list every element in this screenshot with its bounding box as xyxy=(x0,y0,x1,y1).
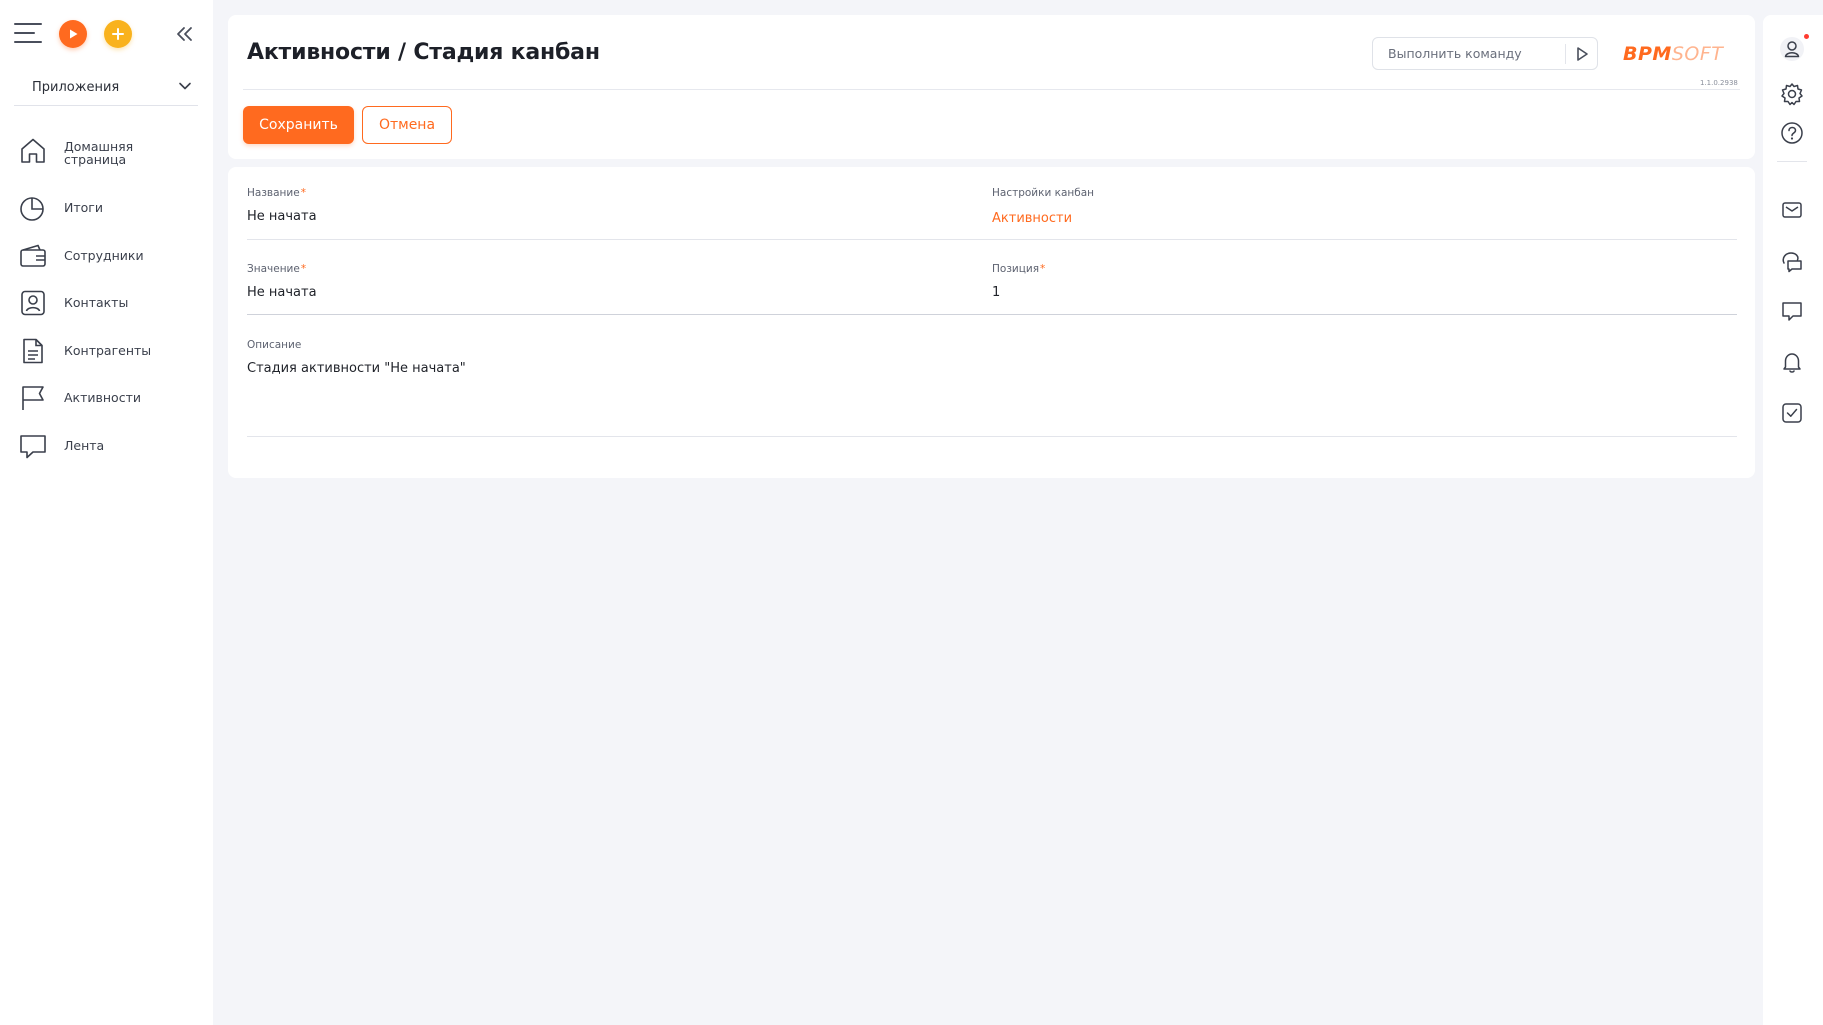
kanban-settings-field[interactable]: Настройки канбан Активности xyxy=(992,187,1712,226)
help-icon xyxy=(1781,122,1803,144)
position-value[interactable]: 1 xyxy=(992,285,1712,300)
description-value[interactable]: Стадия активности "Не начата" xyxy=(247,361,1737,376)
command-box xyxy=(1372,37,1598,70)
mail-icon xyxy=(1782,202,1802,218)
edit-form: Название* Не начата Настройки канбан Акт… xyxy=(228,167,1755,478)
sidebar: Приложения Домашняя страница Итоги Сотру… xyxy=(0,0,213,1025)
process-run-button[interactable] xyxy=(59,20,87,48)
sidebar-item-label: Сотрудники xyxy=(64,247,144,263)
save-button[interactable]: Сохранить xyxy=(243,106,354,144)
name-value[interactable]: Не начата xyxy=(247,209,967,224)
kanban-settings-link[interactable]: Активности xyxy=(992,211,1712,226)
right-rail xyxy=(1763,15,1823,1025)
user-icon xyxy=(1780,37,1804,61)
sidebar-item-totals[interactable]: Итоги xyxy=(18,189,203,237)
rail-divider xyxy=(1777,161,1807,162)
contact-card-icon xyxy=(21,290,45,316)
user-profile-button[interactable] xyxy=(1779,34,1809,62)
bpmsoft-logo: BPMSOFT xyxy=(1623,43,1724,65)
sidebar-item-contacts[interactable]: Контакты xyxy=(18,284,203,332)
add-button[interactable] xyxy=(104,20,132,48)
sidebar-item-feed[interactable]: Лента xyxy=(18,427,203,475)
row-divider xyxy=(247,239,1737,240)
row-divider xyxy=(247,314,1737,315)
header-divider xyxy=(243,89,1740,90)
description-label: Описание xyxy=(247,339,302,351)
position-field[interactable]: Позиция* 1 xyxy=(992,263,1712,300)
value-field[interactable]: Значение* Не начата xyxy=(247,263,967,300)
wallet-icon xyxy=(20,244,46,267)
sidebar-toolbar xyxy=(14,20,199,50)
plus-icon xyxy=(112,28,124,40)
command-divider xyxy=(1565,44,1566,64)
name-label: Название* xyxy=(247,187,306,199)
sidebar-item-label: Лента xyxy=(64,437,105,453)
position-label: Позиция* xyxy=(992,263,1046,275)
menu-icon[interactable] xyxy=(14,23,42,45)
message-icon xyxy=(1782,302,1802,321)
app-root: Приложения Домашняя страница Итоги Сотру… xyxy=(0,0,1823,1025)
help-button[interactable] xyxy=(1779,120,1805,146)
document-icon xyxy=(23,338,43,363)
sidebar-item-label: Домашняя страница xyxy=(64,139,134,167)
mail-button[interactable] xyxy=(1779,197,1805,223)
sidebar-item-employees[interactable]: Сотрудники xyxy=(18,237,203,285)
sidebar-item-accounts[interactable]: Контрагенты xyxy=(18,332,203,380)
sidebar-nav: Домашняя страница Итоги Сотрудники Конта… xyxy=(18,132,203,474)
sidebar-item-label: Активности xyxy=(64,390,141,405)
chats-icon xyxy=(1782,252,1802,273)
applications-select[interactable]: Приложения xyxy=(14,70,198,106)
description-field[interactable]: Описание Стадия активности "Не начата" xyxy=(247,339,1737,376)
collapse-sidebar-button[interactable] xyxy=(174,24,196,44)
cancel-button[interactable]: Отмена xyxy=(362,106,452,144)
gear-icon xyxy=(1781,83,1803,106)
page-header: Активности / Стадия канбан BPMSOFT 1.1.0… xyxy=(228,15,1755,159)
sidebar-item-activities[interactable]: Активности xyxy=(18,379,203,427)
checkbox-icon xyxy=(1782,403,1802,423)
flag-icon xyxy=(22,386,44,410)
tasks-button[interactable] xyxy=(1779,400,1805,426)
value-label: Значение* xyxy=(247,263,307,275)
messages-button[interactable] xyxy=(1779,298,1805,324)
chats-button[interactable] xyxy=(1779,248,1805,274)
sidebar-item-home[interactable]: Домашняя страница xyxy=(18,132,203,189)
chat-bubble-icon xyxy=(20,434,46,458)
name-field[interactable]: Название* Не начата xyxy=(247,187,967,224)
description-divider xyxy=(247,436,1737,437)
play-outline-icon xyxy=(1577,47,1588,61)
run-command-button[interactable] xyxy=(1571,44,1593,64)
sidebar-item-label: Контрагенты xyxy=(64,342,152,358)
version-label: 1.1.0.2938 xyxy=(1700,79,1738,87)
play-icon xyxy=(70,29,78,39)
kanban-settings-label: Настройки канбан xyxy=(992,187,1095,199)
sidebar-item-label: Контакты xyxy=(64,295,129,310)
bell-icon xyxy=(1783,353,1801,373)
notification-dot xyxy=(1804,34,1809,39)
chevron-down-icon xyxy=(179,82,191,90)
applications-select-label: Приложения xyxy=(32,80,120,95)
command-input[interactable] xyxy=(1374,39,1560,68)
page-title: Активности / Стадия канбан xyxy=(247,40,600,65)
sidebar-item-label: Итоги xyxy=(64,200,103,215)
double-chevron-left-icon xyxy=(177,27,192,41)
settings-button[interactable] xyxy=(1779,81,1805,107)
notifications-button[interactable] xyxy=(1779,349,1805,375)
home-icon xyxy=(21,138,45,163)
pie-chart-icon xyxy=(20,197,44,221)
value-value[interactable]: Не начата xyxy=(247,285,967,300)
